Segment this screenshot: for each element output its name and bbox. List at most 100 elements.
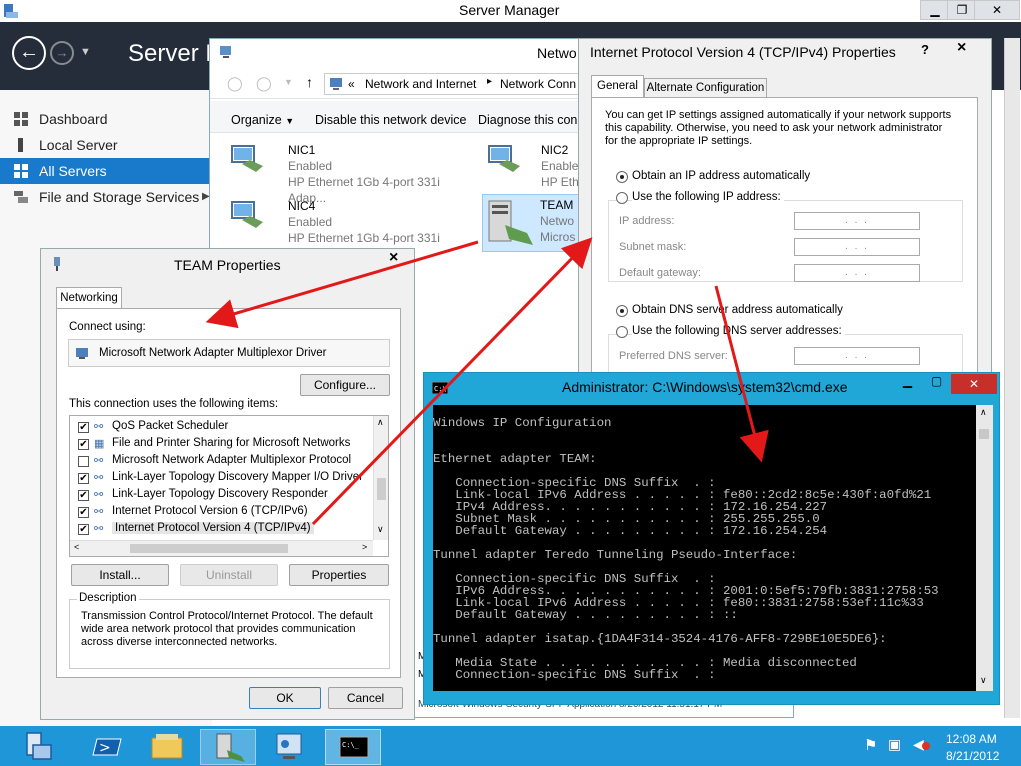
maximize-button[interactable]: ❐ [947, 0, 977, 20]
obtain-ip-auto-radio[interactable] [616, 171, 628, 183]
description-text: Transmission Control Protocol/Internet P… [81, 610, 373, 648]
flag-icon[interactable]: ⚑ [864, 736, 877, 754]
scroll-thumb[interactable] [377, 478, 386, 500]
close-button[interactable]: × [389, 249, 398, 267]
adapter-name: NIC2 [541, 143, 569, 157]
configure-button[interactable]: Configure... [300, 374, 390, 396]
obtain-dns-auto-radio[interactable] [616, 305, 628, 317]
server-manager-icon [26, 732, 52, 760]
chevron-left-icon[interactable]: < [74, 542, 79, 552]
sidebar-item-file-storage[interactable]: File and Storage Services ▶ [0, 184, 212, 210]
svg-text:C:\: C:\ [434, 385, 447, 393]
console-line: Default Gateway . . . . . . . . . : :: [433, 608, 738, 622]
up-icon[interactable]: ↑ [306, 74, 313, 90]
chevron-down-icon[interactable]: ∨ [377, 524, 384, 535]
chevron-down-icon[interactable]: ▼ [80, 46, 91, 58]
back-icon[interactable]: ◯ [227, 75, 243, 92]
item-checkbox[interactable]: ✔ [78, 422, 89, 433]
radio-label: Obtain DNS server address automatically [632, 304, 843, 316]
adapter-name: NIC4 [288, 199, 316, 213]
chevron-down-icon[interactable]: ∨ [980, 675, 987, 686]
install-button[interactable]: Install... [71, 564, 169, 586]
list-item[interactable]: QoS Packet Scheduler [112, 420, 228, 432]
item-checkbox[interactable] [78, 456, 89, 467]
item-checkbox[interactable]: ✔ [78, 524, 89, 535]
list-item[interactable]: Internet Protocol Version 4 (TCP/IPv4) [112, 522, 314, 534]
list-item[interactable]: Microsoft Network Adapter Multiplexor Pr… [112, 454, 351, 466]
item-checkbox[interactable]: ✔ [78, 507, 89, 518]
item-checkbox[interactable]: ✔ [78, 473, 89, 484]
preferred-dns-field[interactable]: . . . [794, 347, 920, 365]
forward-icon[interactable]: ◯ [256, 75, 272, 92]
tab-panel: You can get IP settings assigned automat… [591, 97, 978, 390]
field-label: Default gateway: [619, 267, 701, 279]
scroll-thumb[interactable] [130, 544, 288, 553]
diagnose-connection-button[interactable]: Diagnose this conn [478, 113, 584, 127]
chevron-right-icon[interactable]: > [362, 542, 367, 552]
tab-networking[interactable]: Networking [56, 287, 122, 309]
chevron-down-icon[interactable]: ▼ [284, 77, 293, 87]
horizontal-scrollbar[interactable]: < > [70, 540, 373, 556]
list-item[interactable]: File and Printer Sharing for Microsoft N… [112, 437, 350, 449]
sidebar-item-label: Dashboard [39, 111, 108, 127]
maximize-button[interactable]: ▢ [923, 374, 950, 394]
chevron-up-icon[interactable]: ∧ [980, 407, 987, 418]
clock-date[interactable]: 8/21/2012 [946, 749, 999, 763]
breadcrumb-network-internet[interactable]: Network and Internet [365, 77, 476, 91]
taskbar-control-panel[interactable] [263, 729, 319, 765]
cmd-icon: C:\_ [339, 736, 369, 758]
default-gateway-field[interactable]: . . . [794, 264, 920, 282]
forward-icon[interactable]: → [50, 41, 74, 65]
chevron-up-icon[interactable]: ∧ [377, 417, 384, 428]
taskbar-network-connections[interactable] [200, 729, 256, 765]
uninstall-button[interactable]: Uninstall [180, 564, 278, 586]
scrollbar[interactable] [1004, 38, 1020, 718]
list-item[interactable]: Link-Layer Topology Discovery Mapper I/O… [112, 471, 363, 483]
item-checkbox[interactable]: ✔ [78, 490, 89, 501]
network-status-icon[interactable]: ▣ [888, 736, 901, 753]
taskbar-powershell[interactable]: >_ [85, 729, 141, 765]
ok-button[interactable]: OK [249, 687, 321, 709]
taskbar-server-manager[interactable] [15, 729, 70, 765]
minimize-button[interactable]: ▁ [894, 374, 921, 394]
sidebar-item-dashboard[interactable]: Dashboard [0, 106, 212, 132]
close-button[interactable]: × [957, 39, 966, 57]
use-following-ip-radio[interactable] [616, 192, 628, 204]
console-scrollbar[interactable]: ∧ ∨ [976, 405, 993, 691]
subnet-mask-field[interactable]: . . . [794, 238, 920, 256]
sidebar-item-all-servers[interactable]: All Servers [0, 158, 212, 184]
taskbar-explorer[interactable] [144, 729, 200, 765]
description-line: for the appropriate IP settings. [605, 135, 753, 147]
tab-general[interactable]: General [591, 75, 644, 98]
item-checkbox[interactable]: ✔ [78, 439, 89, 450]
adapter-team[interactable]: TEAM Netwo Micros [482, 194, 592, 252]
help-button[interactable]: ? [921, 42, 929, 57]
sidebar-item-local-server[interactable]: Local Server [0, 132, 212, 158]
disable-device-button[interactable]: Disable this network device [315, 113, 466, 127]
organize-button[interactable]: Organize ▼ [231, 113, 294, 127]
console-output[interactable]: Windows IP Configuration Ethernet adapter… [433, 405, 976, 691]
tab-alternate-configuration[interactable]: Alternate Configuration [644, 78, 767, 98]
close-button[interactable]: ✕ [974, 0, 1020, 20]
ipv4-properties-dialog: Internet Protocol Version 4 (TCP/IPv4) P… [578, 38, 992, 390]
vertical-scrollbar[interactable]: ∧ ∨ [373, 416, 388, 540]
console-line: Windows IP Configuration [433, 416, 612, 430]
clock-time[interactable]: 12:08 AM [946, 732, 997, 746]
adapter-status: Enable [541, 159, 579, 173]
breadcrumb-overflow[interactable]: « [348, 77, 355, 91]
close-button[interactable]: ✕ [951, 374, 997, 394]
use-following-dns-radio[interactable] [616, 326, 628, 338]
network-adapter-icon [231, 145, 263, 172]
scroll-thumb[interactable] [979, 429, 989, 439]
ip-address-field[interactable]: . . . [794, 212, 920, 230]
description-label: Description [77, 592, 139, 604]
minimize-button[interactable]: ▁ [920, 0, 950, 20]
list-item[interactable]: Internet Protocol Version 6 (TCP/IPv6) [112, 505, 308, 517]
properties-button[interactable]: Properties [289, 564, 389, 586]
back-icon[interactable]: ← [12, 36, 46, 70]
cancel-button[interactable]: Cancel [328, 687, 403, 709]
window-title: Netwo [537, 45, 577, 61]
list-item[interactable]: Link-Layer Topology Discovery Responder [112, 488, 328, 500]
taskbar-cmd[interactable]: C:\_ [325, 729, 381, 765]
breadcrumb-network-connections[interactable]: Network Conn [500, 77, 576, 91]
